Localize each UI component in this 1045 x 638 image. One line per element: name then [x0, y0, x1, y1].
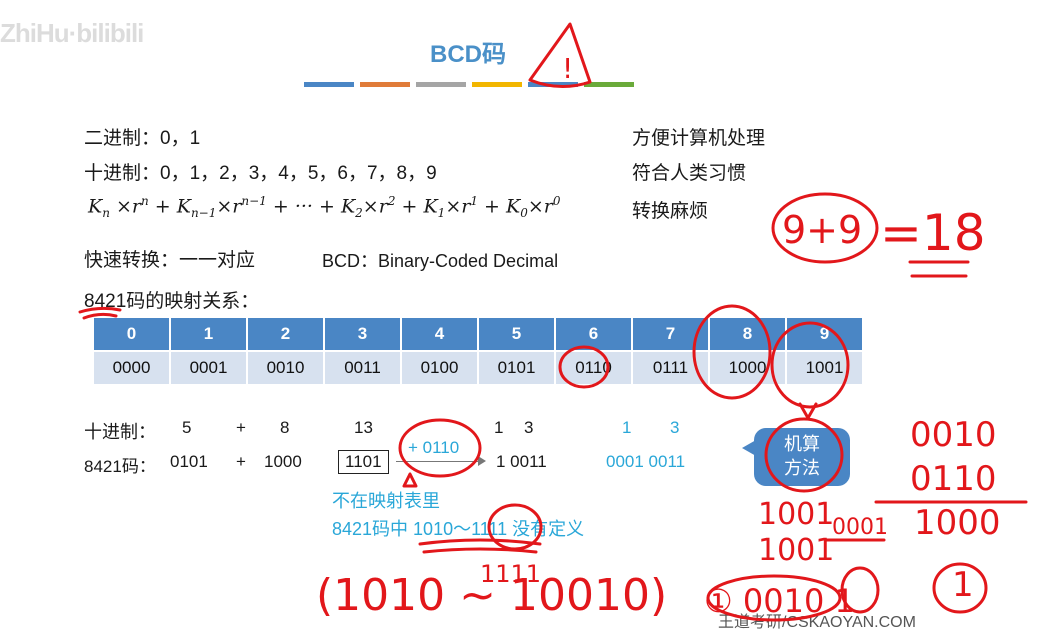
ink-left-3: 0001	[832, 515, 888, 540]
example-decimal-a: 5	[182, 418, 192, 437]
example-bcd-b: 1000	[264, 452, 302, 471]
code-cell: 0111	[631, 350, 710, 386]
example-bcd-result: 1 0011	[496, 452, 547, 471]
example-blue-digit-3: 3	[670, 418, 680, 437]
example-decimal-label: 十进制：	[84, 422, 156, 442]
warning-triangle-stroke	[528, 22, 592, 88]
ink-left-2: 1001	[758, 533, 834, 568]
ink-exclaim: !	[562, 52, 573, 85]
ink-left-1: 1001	[758, 497, 834, 532]
code-cell: 1000	[708, 350, 787, 386]
example-blue-digit-1: 1	[622, 418, 632, 437]
pointer-stroke	[402, 472, 418, 488]
digit-cell: 9	[785, 316, 864, 352]
digit-cell: 8	[708, 316, 787, 352]
example-decimal-result-1: 1	[494, 418, 504, 437]
example-bcd-a: 0101	[170, 452, 208, 471]
divider-segment	[416, 82, 466, 87]
code-cell: 0000	[92, 350, 171, 386]
bubble-line-2: 方法	[784, 458, 820, 478]
watermark: ZhiHu·bilibili	[0, 18, 144, 48]
title-divider	[304, 82, 634, 87]
divider-segment	[304, 82, 354, 87]
ink-col-1: 0010	[910, 415, 997, 455]
example-decimal-sum: 13	[354, 418, 373, 437]
example-decimal-b: 8	[280, 418, 290, 437]
circle-stroke	[932, 562, 988, 614]
balloon-tail-stroke	[798, 402, 818, 420]
divider-segment	[528, 82, 578, 87]
code-cell: 0100	[400, 350, 479, 386]
correction-arrow	[396, 461, 482, 462]
digit-cell: 5	[477, 316, 556, 352]
arrow-head-icon	[478, 456, 486, 466]
digit-cell: 1	[169, 316, 248, 352]
circle-stroke	[840, 566, 880, 614]
bubble-line-1: 机算	[784, 434, 820, 454]
note-formula: 转换麻烦	[632, 201, 709, 222]
divider-segment	[472, 82, 522, 87]
ink-col-2: 0110	[910, 459, 997, 499]
example-blue-bcd: 0001 0011	[606, 452, 686, 471]
circle-stroke	[771, 192, 879, 264]
code-cell: 0101	[477, 350, 556, 386]
bcd-definition: BCD：Binary-Coded Decimal	[322, 251, 559, 271]
digit-cell: 7	[631, 316, 710, 352]
code-cell: 0010	[246, 350, 325, 386]
ink-bottom-range: (1010 ~ 10010)	[316, 570, 667, 621]
digit-cell: 4	[400, 316, 479, 352]
decimal-line: 十进制：0，1，2，3，4，5，6，7，8，9	[84, 163, 437, 184]
code-cell: 0011	[323, 350, 402, 386]
example-bcd-sum: 1101	[338, 450, 389, 474]
digit-cell: 0	[92, 316, 171, 352]
binary-line: 二进制：0，1	[84, 128, 201, 149]
code-cell: 1001	[785, 350, 864, 386]
ink-equals-18: =18	[880, 204, 986, 262]
digit-cell: 6	[554, 316, 633, 352]
ink-col-result: 1	[952, 565, 974, 605]
example-decimal-result-3: 3	[524, 418, 534, 437]
machine-method-bubble: 机算 方法	[754, 428, 850, 486]
note-undefined-codes: 8421码中 1010～1111 没有定义	[332, 519, 585, 539]
code-cell: 0110	[554, 350, 633, 386]
slide-title: BCD码	[430, 41, 506, 68]
example-bcd-label: 8421码：	[84, 457, 156, 476]
positional-formula: Kn ×rn + Kn−1×rn−1 + ··· + K2×r2 + K1×r1…	[88, 194, 561, 221]
table-code-row: 0000 0001 0010 0011 0100 0101 0110 0111 …	[92, 350, 864, 386]
digit-cell: 3	[323, 316, 402, 352]
note-not-in-table: 不在映射表里	[332, 491, 440, 511]
correction-label: + 0110	[408, 438, 460, 457]
digit-cell: 2	[246, 316, 325, 352]
footer-watermark: 王道考研/CSKAOYAN.COM	[718, 614, 916, 631]
divider-segment	[360, 82, 410, 87]
code-cell: 0001	[169, 350, 248, 386]
divider-segment	[584, 82, 634, 87]
fast-convert-line: 快速转换：一一对应	[84, 250, 256, 271]
mapping-heading: 8421码的映射关系：	[84, 291, 260, 312]
ink-col-3: 1000	[914, 503, 1001, 543]
table-header-row: 0 1 2 3 4 5 6 7 8 9	[92, 316, 864, 352]
example-decimal-plus: +	[236, 418, 246, 437]
bcd-mapping-table: 0 1 2 3 4 5 6 7 8 9 0000 0001 0010 0011 …	[92, 316, 864, 386]
underline-stroke	[422, 547, 538, 554]
ink-bottom-top: 1111	[480, 560, 541, 588]
note-binary: 方便计算机处理	[632, 128, 766, 149]
note-decimal: 符合人类习惯	[632, 163, 747, 184]
example-bcd-plus: +	[236, 452, 246, 471]
ink-sum: 9+9	[782, 208, 862, 252]
